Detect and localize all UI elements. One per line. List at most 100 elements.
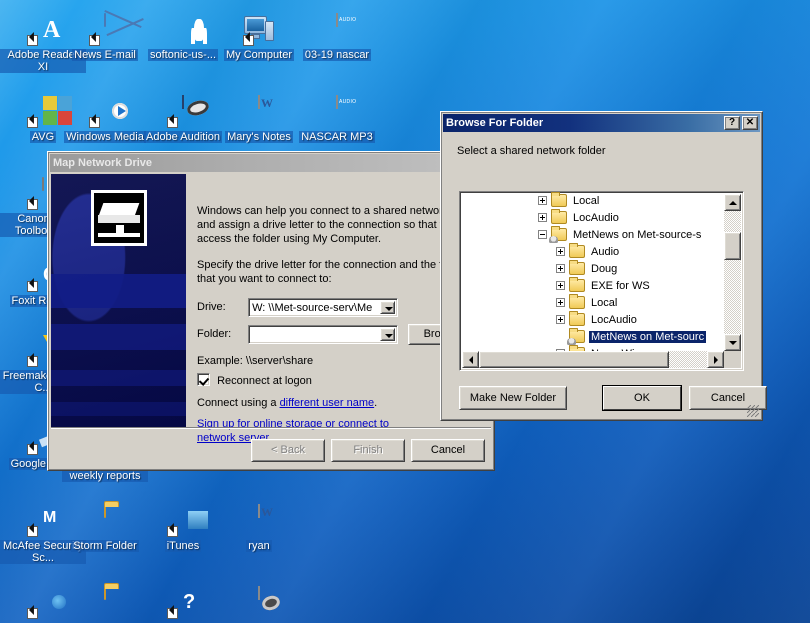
help-button[interactable]: ? [724, 116, 740, 130]
desktop-icon-label: AVG [29, 131, 57, 143]
desktop-icon-label: 03-19 nascar [302, 49, 372, 61]
expand-plus-icon[interactable] [538, 196, 547, 205]
tree-item[interactable]: MetNews on Met-sourc [462, 328, 724, 345]
audio-file-icon [321, 95, 353, 128]
back-button[interactable]: < Back [251, 439, 325, 462]
collapse-minus-icon[interactable] [538, 230, 547, 239]
desktop-icon-my-computer[interactable]: My Computer [216, 14, 302, 61]
shortcut-overlay-icon [27, 199, 38, 210]
desktop-icon-label: iTunes [164, 540, 202, 552]
map-network-drive-titlebar[interactable]: Map Network Drive [50, 154, 492, 172]
shortcut-overlay-icon [27, 608, 38, 619]
reconnect-at-logon-checkbox[interactable] [197, 373, 210, 386]
expand-plus-icon[interactable] [556, 264, 565, 273]
folder-icon [569, 277, 585, 292]
folder-icon [569, 311, 585, 326]
scroll-up-button[interactable] [724, 194, 741, 211]
finish-button[interactable]: Finish [331, 439, 405, 462]
tree-item[interactable]: EXE for WS [462, 277, 724, 294]
horizontal-scroll-thumb[interactable] [479, 351, 669, 368]
desktop-icon-document-icon[interactable] [216, 586, 302, 622]
shortcut-overlay-icon [27, 35, 38, 46]
expand-plus-icon[interactable] [556, 247, 565, 256]
desktop-icon-03-19-nascar[interactable]: 03-19 nascar [294, 13, 380, 61]
tree-item[interactable]: LocAudio [462, 209, 724, 226]
vertical-scrollbar[interactable] [724, 194, 741, 351]
drive-combobox[interactable]: W: \\Met-source-serv\Me [248, 298, 399, 317]
desktop-icon-label: ryan [246, 540, 272, 552]
drive-label: Drive: [197, 301, 226, 314]
map-network-drive-title: Map Network Drive [53, 157, 153, 169]
close-icon[interactable]: ✕ [742, 116, 758, 130]
expand-plus-icon[interactable] [556, 298, 565, 307]
folder-combobox[interactable] [248, 325, 399, 344]
make-new-folder-button[interactable]: Make New Folder [459, 386, 567, 410]
tree-item[interactable]: Audio [462, 243, 724, 260]
desktop-icon-itunes[interactable]: iTunes [140, 505, 226, 552]
softonic-icon [167, 14, 199, 46]
tree-item-label: EXE for WS [591, 279, 650, 292]
chevron-down-icon[interactable] [380, 328, 396, 341]
scroll-right-button[interactable] [707, 351, 724, 368]
tree-item-label: MetNews on Met-source-s [573, 228, 702, 241]
expand-plus-icon[interactable] [556, 315, 565, 324]
itunes-icon [167, 505, 199, 537]
map-network-drive-banner [51, 174, 186, 427]
acrobat-icon [27, 14, 59, 46]
ok-button[interactable]: OK [603, 386, 681, 410]
desktop-icon-adobe-audition[interactable]: Adobe Audition [140, 95, 226, 143]
desktop-icon-label: Storm Folder [71, 540, 139, 552]
browse-for-folder-title: Browse For Folder [446, 117, 544, 129]
desktop-icon-mary-s-notes[interactable]: Mary's Notes [216, 95, 302, 143]
avg-icon [27, 96, 72, 128]
scroll-left-button[interactable] [462, 351, 479, 368]
folder-tree-view[interactable]: Local LocAudio MetNews on Met-source-s Audi… [459, 191, 744, 371]
scroll-down-button[interactable] [724, 334, 741, 351]
desktop-icon-label: softonic-us-... [147, 49, 219, 61]
desktop: Adobe Reader XI News E-mail softonic-us-..… [0, 0, 810, 623]
map-network-drive-dialog: Map Network Drive Windows can help you c… [47, 151, 495, 471]
desktop-icon-ryan[interactable]: ryan [216, 504, 302, 552]
folder-icon [551, 209, 567, 224]
desktop-icon-help-icon[interactable] [140, 587, 226, 622]
resize-grip-icon[interactable] [747, 405, 759, 417]
vertical-scroll-thumb[interactable] [724, 232, 741, 260]
word-doc-icon [243, 504, 275, 537]
desktop-icon-label: Windows Media [64, 131, 146, 143]
cancel-button[interactable]: Cancel [411, 439, 485, 462]
desktop-icon-windows-media[interactable]: Windows Media [62, 96, 148, 143]
map-network-drive-buttons: < Back Finish Cancel [245, 439, 485, 462]
desktop-icon-news-e-mail[interactable]: News E-mail [62, 13, 148, 61]
shortcut-overlay-icon [27, 281, 38, 292]
expand-plus-icon[interactable] [538, 213, 547, 222]
tree-item[interactable]: Local [462, 192, 724, 209]
tree-item[interactable]: Doug [462, 260, 724, 277]
tree-item[interactable]: Local [462, 294, 724, 311]
tree-item[interactable]: MetNews on Met-source-s [462, 226, 724, 243]
folder-icon [89, 504, 121, 537]
desktop-icon-label: My Computer [223, 49, 295, 61]
shortcut-overlay-icon [167, 117, 178, 128]
different-user-name-link[interactable]: different user name [280, 397, 375, 409]
firefox-icon [27, 587, 59, 619]
desktop-icon-storm-folder[interactable]: Storm Folder [62, 504, 148, 552]
desktop-icon-softonic-us[interactable]: softonic-us-... [140, 14, 226, 61]
my-computer-icon [243, 14, 275, 46]
desktop-icon-nascar-mp3[interactable]: NASCAR MP3 [294, 95, 380, 143]
browse-for-folder-dialog: Browse For Folder ? ✕ Select a shared ne… [440, 111, 767, 421]
desktop-icon-folder-icon[interactable] [62, 586, 148, 622]
document-icon [243, 586, 275, 619]
tree-item[interactable]: LocAudio [462, 311, 724, 328]
tree-item-label: Doug [591, 262, 618, 275]
audio-file-icon [321, 13, 353, 46]
desktop-icon-label: News E-mail [72, 49, 138, 61]
desktop-icon-label: NASCAR MP3 [299, 131, 375, 143]
folder-icon [569, 260, 585, 275]
chevron-down-icon[interactable] [380, 301, 396, 314]
expand-plus-icon[interactable] [556, 281, 565, 290]
scrollbar-corner [724, 351, 741, 368]
horizontal-scrollbar[interactable] [462, 351, 724, 368]
desktop-icon-label: Mary's Notes [225, 131, 293, 143]
browse-for-folder-titlebar[interactable]: Browse For Folder ? ✕ [443, 114, 760, 132]
browse-prompt: Select a shared network folder [457, 145, 606, 157]
